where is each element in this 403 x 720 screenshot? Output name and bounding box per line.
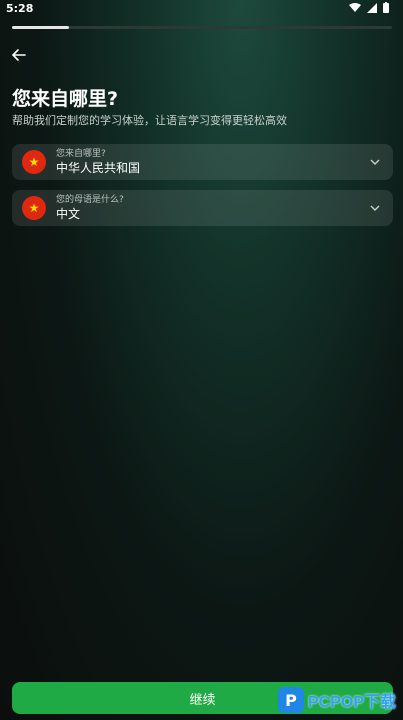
language-label: 您的母语是什么? bbox=[56, 195, 124, 205]
chevron-down-icon bbox=[365, 159, 385, 165]
page-title: 您来自哪里? bbox=[12, 88, 119, 110]
watermark-text: PCPOP下载 bbox=[308, 694, 397, 711]
progress-fill bbox=[12, 26, 69, 29]
page-subtitle: 帮助我们定制您的学习体验，让语言学习变得更轻松高效 bbox=[12, 114, 287, 127]
language-value: 中文 bbox=[56, 207, 81, 221]
wifi-icon bbox=[349, 2, 361, 12]
country-value: 中华人民共和国 bbox=[56, 161, 141, 175]
back-button[interactable] bbox=[8, 44, 30, 66]
progress-bar bbox=[12, 26, 392, 29]
country-select[interactable]: ★ 您来自哪里? 中华人民共和国 bbox=[12, 144, 393, 180]
language-select-text: 您的母语是什么? 中文 bbox=[56, 194, 365, 222]
china-flag-icon: ★ bbox=[22, 150, 46, 174]
country-label: 您来自哪里? bbox=[56, 149, 106, 159]
watermark-logo-icon: P bbox=[278, 687, 304, 713]
status-icons bbox=[349, 2, 389, 13]
status-time: 5:28 bbox=[6, 2, 34, 15]
chevron-down-icon bbox=[365, 205, 385, 211]
country-select-text: 您来自哪里? 中华人民共和国 bbox=[56, 148, 365, 176]
china-flag-icon: ★ bbox=[22, 196, 46, 220]
battery-icon bbox=[383, 2, 389, 13]
native-language-select[interactable]: ★ 您的母语是什么? 中文 bbox=[12, 190, 393, 226]
arrow-left-icon bbox=[12, 49, 26, 61]
watermark: P PCPOP下载 bbox=[278, 682, 396, 718]
status-bar: 5:28 bbox=[0, 0, 403, 18]
signal-icon bbox=[367, 2, 377, 13]
